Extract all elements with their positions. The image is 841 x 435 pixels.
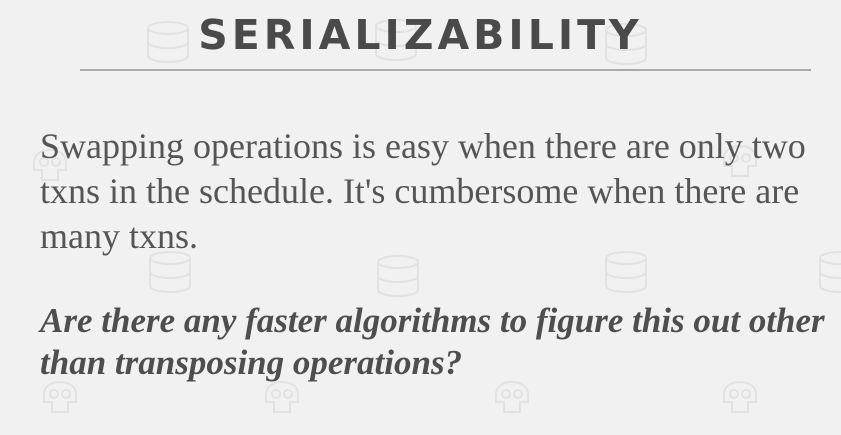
slide-title: SERIALIZABILITY bbox=[198, 11, 643, 59]
slide: SERIALIZABILITY Swapping operations is e… bbox=[0, 0, 841, 435]
slide-question: Are there any faster algorithms to figur… bbox=[40, 301, 825, 382]
title-divider bbox=[80, 69, 811, 71]
slide-body-text: Swapping operations is easy when there a… bbox=[40, 126, 806, 256]
